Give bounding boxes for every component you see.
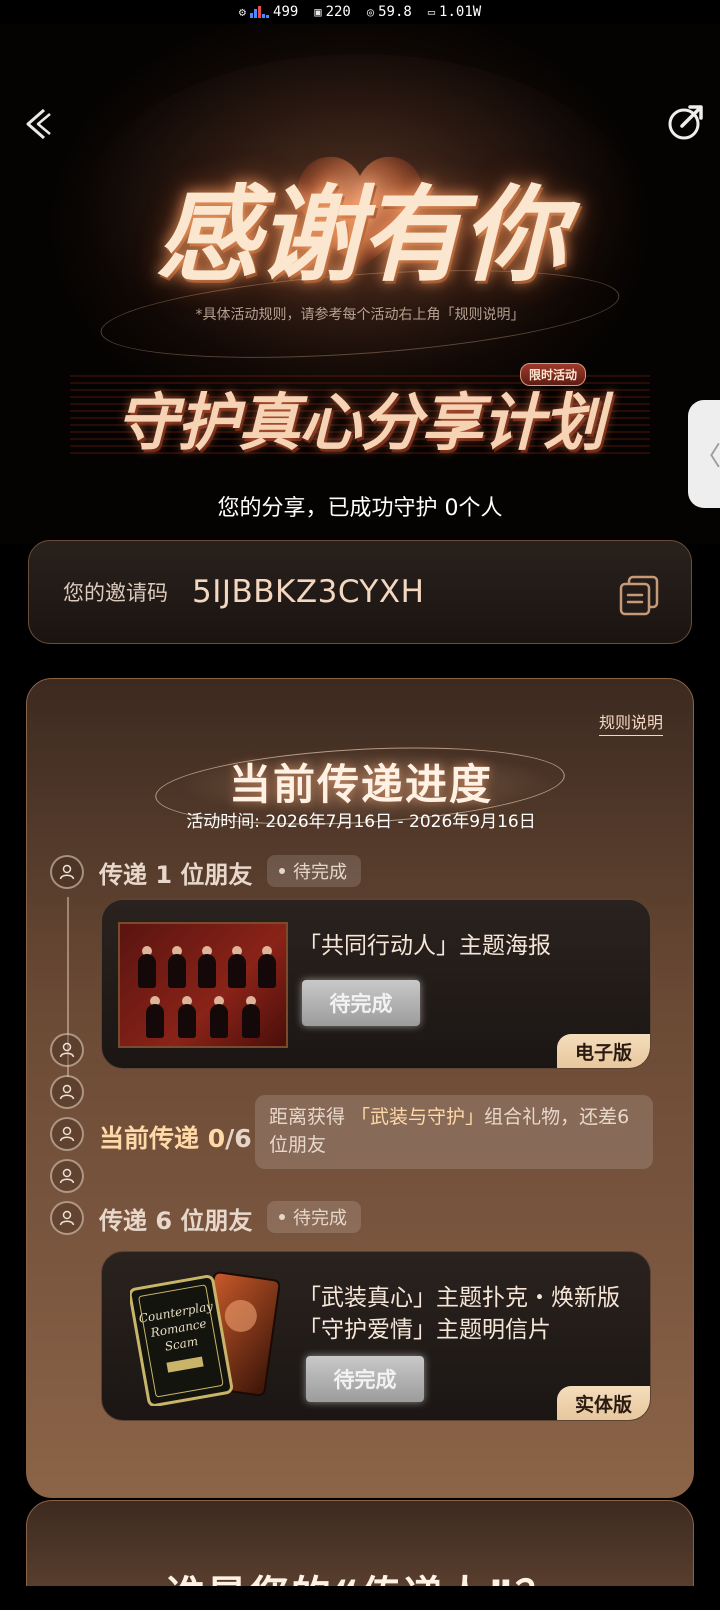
- hero-title: 感谢有你: [155, 173, 566, 296]
- status-bar: ⚙ 499 ▣ 220 ◎ 59.8 ▭ 1.01W: [0, 0, 720, 24]
- rules-link[interactable]: 规则说明: [598, 709, 663, 736]
- stage1-status: 待完成: [293, 862, 347, 883]
- stage2-status-chip: 待完成: [267, 1201, 361, 1233]
- power-value: 1.01W: [439, 4, 482, 20]
- physical-version-badge: 实体版: [556, 1386, 650, 1420]
- current-progress-count: 当前传递 0: [99, 1124, 226, 1153]
- avatar-icon: [50, 1159, 84, 1193]
- side-drawer-tab[interactable]: 〈: [688, 400, 720, 508]
- poster-image: [118, 922, 288, 1048]
- gear-icon: ⚙: [238, 5, 247, 19]
- avatar-icon: [50, 1033, 84, 1067]
- share-icon[interactable]: [664, 100, 708, 144]
- invite-code-card: 您的邀请码 5IJBBKZ3CYXH: [28, 540, 692, 644]
- stage1-status-chip: 待完成: [267, 855, 361, 887]
- rule-hint: *具体活动规则，请参考每个活动右上角「规则说明」: [195, 307, 525, 323]
- fps-icon: ◎: [366, 5, 375, 19]
- stage1-reward-card: 「共同行动人」主题海报 待完成 电子版: [101, 899, 651, 1069]
- chevron-left-icon: 〈: [694, 441, 720, 472]
- copy-icon[interactable]: [617, 573, 661, 617]
- status-dot-icon: [279, 1214, 285, 1220]
- gpu-value: 220: [325, 4, 351, 20]
- cpu-value: 499: [273, 4, 299, 20]
- avatar-icon: [50, 1075, 84, 1109]
- bottom-bar: [0, 1586, 720, 1610]
- invite-label: 您的邀请码: [63, 581, 168, 605]
- avatar-icon: [50, 1201, 84, 1235]
- fps-value: 59.8: [378, 4, 412, 20]
- limited-time-badge: 限时活动: [520, 363, 587, 386]
- status-dot-icon: [279, 868, 285, 874]
- digital-version-badge: 电子版: [556, 1034, 650, 1068]
- banner-title: 守护真心分享计划: [115, 386, 605, 459]
- stage2-reward-line2: 「守护爱情」主题明信片: [298, 1317, 551, 1343]
- back-icon[interactable]: [18, 104, 58, 144]
- cpu-stat: ⚙ 499: [239, 4, 299, 20]
- poker-cards-image: Counterplay Romance Scam: [130, 1271, 280, 1406]
- battery-icon: ▭: [427, 5, 436, 19]
- current-progress-label: 当前传递 0/6: [99, 1119, 252, 1155]
- remain-text-2: 组合礼物，还差: [484, 1106, 618, 1128]
- remaining-info-box: 距离获得 「武装与守护」组合礼物，还差6位朋友: [255, 1095, 653, 1169]
- signal-bars-icon: [250, 6, 270, 18]
- remain-gift-name: 「武装与守护」: [351, 1106, 485, 1128]
- gpu-icon: ▣: [314, 5, 322, 19]
- progress-card: 规则说明 当前传递进度 活动时间: 2026年7月16日 - 2026年9月16…: [26, 678, 694, 1498]
- stage1-reward-title: 「共同行动人」主题海报: [298, 933, 551, 959]
- stage2-pending-button[interactable]: 待完成: [306, 1356, 424, 1402]
- invite-code: 5IJBBKZ3CYXH: [192, 574, 425, 610]
- remain-text-1: 距离获得: [269, 1106, 352, 1128]
- stage2-status: 待完成: [293, 1208, 347, 1229]
- stage2-reward-line1: 「武装真心」主题扑克・焕新版: [298, 1285, 620, 1311]
- stage2-label: 传递 6 位朋友: [99, 1207, 253, 1235]
- current-progress-total: /6: [225, 1124, 252, 1153]
- protect-count-text: 您的分享，已成功守护 0个人: [217, 496, 503, 521]
- stage1-pending-button[interactable]: 待完成: [302, 980, 420, 1026]
- stage1-label: 传递 1 位朋友: [99, 861, 253, 889]
- avatar-icon: [50, 1117, 84, 1151]
- activity-time: 活动时间: 2026年7月16日 - 2026年9月16日: [186, 812, 536, 832]
- progress-title: 当前传递进度: [228, 760, 493, 809]
- fps-stat: ◎ 59.8: [367, 4, 412, 20]
- gpu-stat: ▣ 220: [314, 4, 351, 20]
- power-stat: ▭ 1.01W: [428, 4, 481, 20]
- avatar-icon: [50, 855, 84, 889]
- stage2-reward-card: Counterplay Romance Scam 「武装真心」主题扑克・焕新版 …: [101, 1251, 651, 1421]
